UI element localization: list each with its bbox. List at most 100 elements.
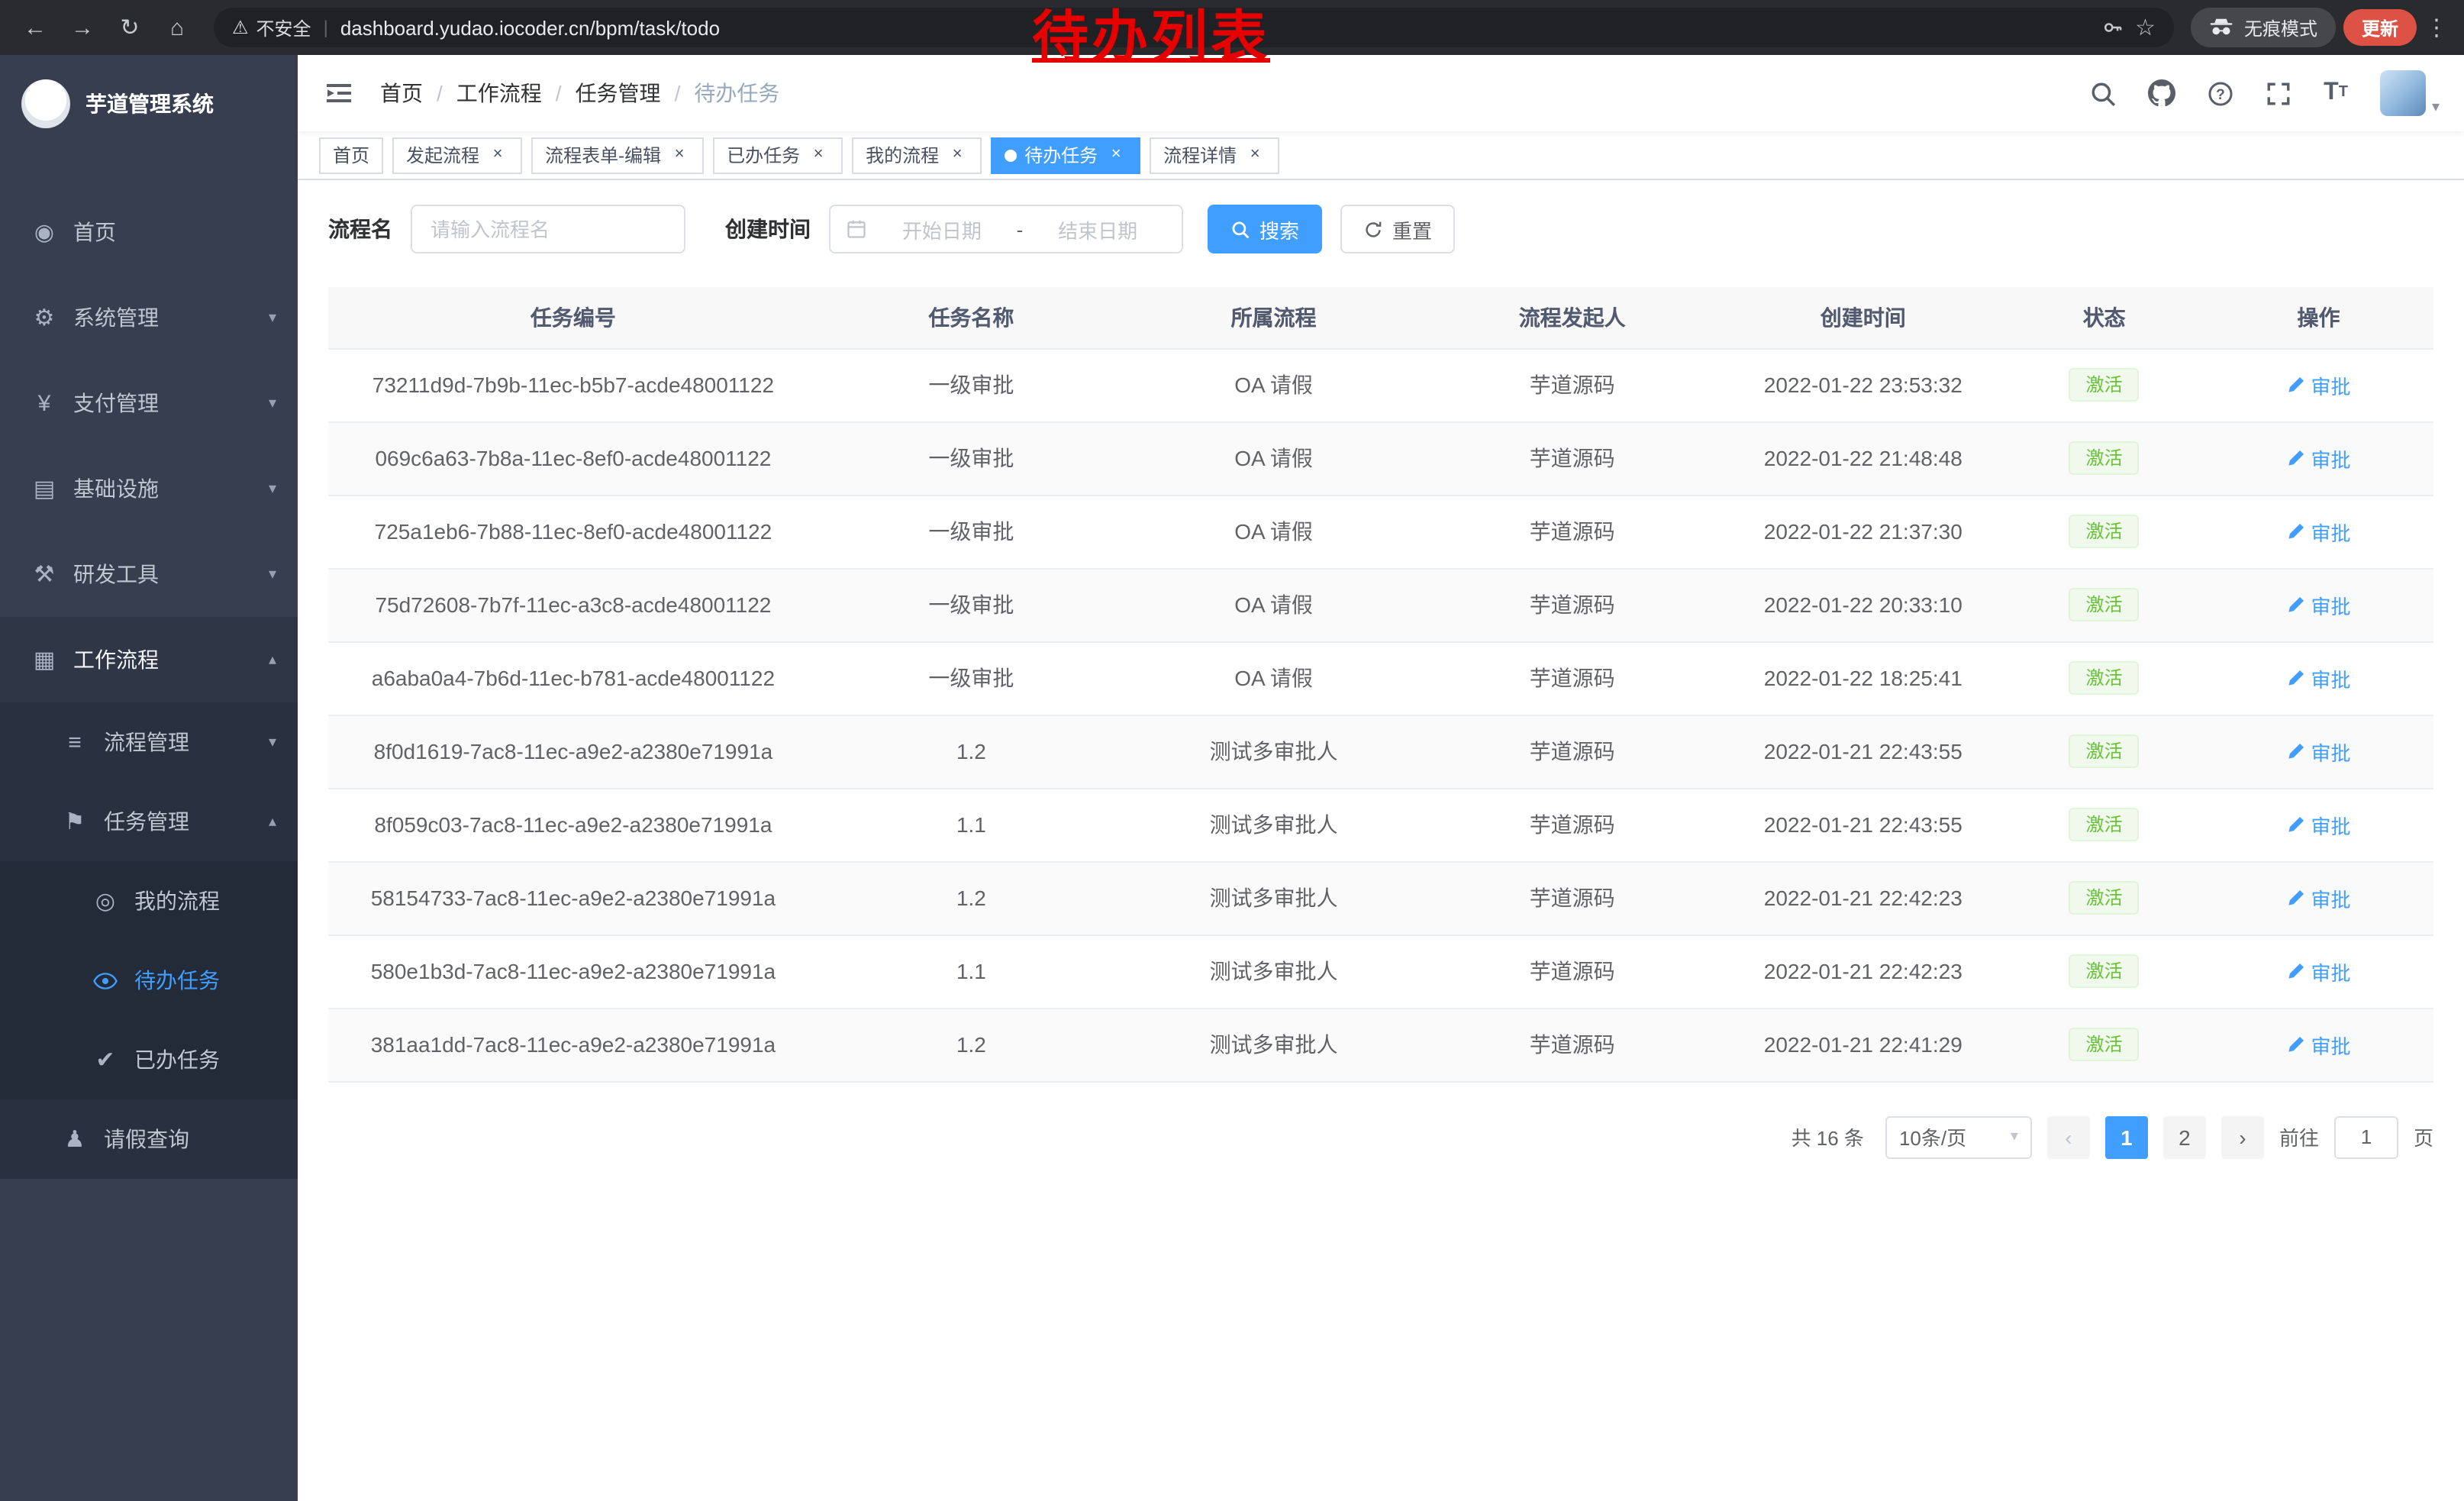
next-page-button[interactable]: › [2221, 1115, 2264, 1158]
security-warning[interactable]: ⚠ 不安全 [232, 15, 311, 40]
back-icon[interactable]: ← [15, 8, 55, 47]
page-size-select[interactable]: 10条/页 ▾ [1885, 1115, 2032, 1158]
close-icon[interactable]: × [808, 144, 829, 166]
chevron-up-icon: ▴ [269, 651, 276, 668]
tab-home[interactable]: 首页 [319, 137, 383, 173]
page-button-1[interactable]: 1 [2105, 1115, 2148, 1158]
cell-task-id: a6aba0a4-7b6d-11ec-b781-acde48001122 [328, 641, 818, 715]
key-icon[interactable] [2101, 17, 2123, 38]
sidebar-item-infrastructure[interactable]: ▤ 基础设施 ▾ [0, 446, 298, 531]
breadcrumb-separator: / [437, 81, 443, 105]
sidebar-item-task-management[interactable]: ⚑ 任务管理 ▴ [0, 782, 298, 861]
tab-todo-tasks[interactable]: 待办任务 × [991, 137, 1140, 173]
sidebar-item-system-management[interactable]: ⚙ 系统管理 ▾ [0, 275, 298, 360]
breadcrumb-current: 待办任务 [694, 78, 779, 108]
app-logo: 芋道管理系统 [0, 55, 298, 153]
col-task-name: 任务名称 [818, 287, 1124, 348]
help-icon[interactable]: ? [2208, 76, 2233, 110]
bookmark-star-icon[interactable]: ☆ [2135, 14, 2156, 41]
update-button[interactable]: 更新 [2343, 9, 2417, 46]
home-icon[interactable]: ⌂ [157, 8, 197, 47]
status-badge: 激活 [2069, 515, 2140, 549]
cell-process: 测试多审批人 [1124, 1008, 1423, 1081]
sidebar-item-leave-query[interactable]: ♟ 请假查询 [0, 1099, 298, 1179]
sidebar-collapse-icon[interactable] [322, 76, 356, 110]
tab-process-form-edit[interactable]: 流程表单-编辑 × [531, 137, 704, 173]
annotation-overlay: 待办列表 [1032, 8, 1270, 69]
breadcrumb-home[interactable]: 首页 [380, 78, 423, 108]
workflow-icon: ▦ [31, 646, 58, 673]
date-range-separator: - [1017, 218, 1024, 240]
approve-link[interactable]: 审批 [2287, 590, 2351, 619]
table-row: 381aa1dd-7ac8-11ec-a9e2-a2380e71991a 1.2… [328, 1008, 2433, 1081]
table-row: 069c6a63-7b8a-11ec-8ef0-acde48001122 一级审… [328, 421, 2433, 495]
page-button-2[interactable]: 2 [2163, 1115, 2206, 1158]
goto-page-input[interactable] [2334, 1115, 2398, 1158]
sidebar-item-my-processes[interactable]: ◎ 我的流程 [0, 861, 298, 941]
reset-button[interactable]: 重置 [1340, 205, 1455, 253]
cell-task-name: 1.1 [818, 788, 1124, 861]
approve-link[interactable]: 审批 [2287, 737, 2351, 766]
font-size-icon[interactable]: TT [2324, 76, 2348, 110]
tab-process-detail[interactable]: 流程详情 × [1150, 137, 1279, 173]
dashboard-icon: ◉ [31, 218, 58, 246]
browser-menu-icon[interactable]: ⋮ [2424, 14, 2449, 41]
search-button[interactable]: 搜索 [1208, 205, 1322, 253]
close-icon[interactable]: × [1244, 144, 1266, 166]
sidebar-item-workflow[interactable]: ▦ 工作流程 ▴ [0, 617, 298, 702]
page-unit-label: 页 [2414, 1122, 2433, 1151]
date-range-picker[interactable]: 开始日期 - 结束日期 [829, 205, 1183, 253]
status-badge: 激活 [2069, 1028, 2140, 1062]
reload-icon[interactable]: ↻ [110, 8, 150, 47]
col-initiator: 流程发起人 [1423, 287, 1721, 348]
col-process: 所属流程 [1124, 287, 1423, 348]
cell-process: 测试多审批人 [1124, 861, 1423, 934]
sidebar-item-payment-management[interactable]: ¥ 支付管理 ▾ [0, 360, 298, 446]
breadcrumb-task-management[interactable]: 任务管理 [576, 78, 661, 108]
cell-task-id: 381aa1dd-7ac8-11ec-a9e2-a2380e71991a [328, 1008, 818, 1081]
cell-initiator: 芋道源码 [1423, 715, 1721, 788]
cell-process: OA 请假 [1124, 421, 1423, 495]
start-date-placeholder[interactable]: 开始日期 [873, 215, 1011, 244]
cell-create-time: 2022-01-22 18:25:41 [1721, 641, 2004, 715]
approve-link[interactable]: 审批 [2287, 370, 2351, 399]
forward-icon[interactable]: → [63, 8, 102, 47]
cell-task-id: 8f0d1619-7ac8-11ec-a9e2-a2380e71991a [328, 715, 818, 788]
user-avatar-menu[interactable]: ▾ [2380, 70, 2440, 116]
process-name-input[interactable] [411, 205, 685, 253]
fullscreen-icon[interactable] [2266, 76, 2291, 110]
github-icon[interactable] [2148, 76, 2175, 110]
status-badge: 激活 [2069, 808, 2140, 842]
cell-task-id: 069c6a63-7b8a-11ec-8ef0-acde48001122 [328, 421, 818, 495]
tab-start-process[interactable]: 发起流程 × [392, 137, 522, 173]
end-date-placeholder[interactable]: 结束日期 [1029, 215, 1166, 244]
search-icon[interactable] [2090, 76, 2116, 110]
close-icon[interactable]: × [669, 144, 690, 166]
table-row: 725a1eb6-7b88-11ec-8ef0-acde48001122 一级审… [328, 495, 2433, 568]
sidebar-item-done-tasks[interactable]: ✔ 已办任务 [0, 1020, 298, 1099]
cell-create-time: 2022-01-22 21:37:30 [1721, 495, 2004, 568]
cell-initiator: 芋道源码 [1423, 861, 1721, 934]
sidebar-item-dev-tools[interactable]: ⚒ 研发工具 ▾ [0, 531, 298, 617]
breadcrumb: 首页 / 工作流程 / 任务管理 / 待办任务 [380, 78, 779, 108]
breadcrumb-workflow[interactable]: 工作流程 [456, 78, 542, 108]
close-icon[interactable]: × [487, 144, 508, 166]
close-icon[interactable]: × [1105, 144, 1127, 166]
approve-link[interactable]: 审批 [2287, 517, 2351, 546]
approve-link[interactable]: 审批 [2287, 1030, 2351, 1059]
sidebar-item-home[interactable]: ◉ 首页 [0, 189, 298, 275]
approve-link[interactable]: 审批 [2287, 810, 2351, 839]
approve-link[interactable]: 审批 [2287, 957, 2351, 986]
approve-link[interactable]: 审批 [2287, 883, 2351, 912]
sidebar-item-todo-tasks[interactable]: 待办任务 [0, 941, 298, 1020]
prev-page-button[interactable]: ‹ [2047, 1115, 2090, 1158]
cell-task-id: 725a1eb6-7b88-11ec-8ef0-acde48001122 [328, 495, 818, 568]
approve-link[interactable]: 审批 [2287, 444, 2351, 473]
status-badge: 激活 [2069, 441, 2140, 476]
sidebar-item-process-management[interactable]: ≡ 流程管理 ▾ [0, 702, 298, 782]
approve-link[interactable]: 审批 [2287, 663, 2351, 692]
close-icon[interactable]: × [947, 144, 968, 166]
tab-done-tasks[interactable]: 已办任务 × [713, 137, 843, 173]
double-check-icon: ✔ [92, 1046, 119, 1073]
tab-my-processes[interactable]: 我的流程 × [852, 137, 982, 173]
